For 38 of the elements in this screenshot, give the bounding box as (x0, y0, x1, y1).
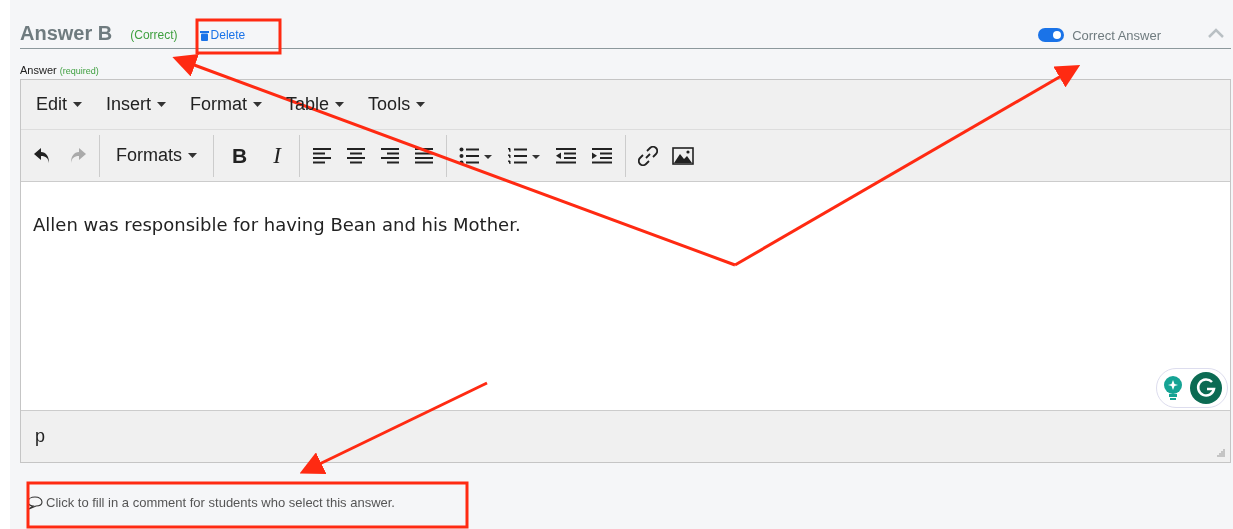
indent-icon[interactable] (590, 147, 613, 164)
grammar-widget[interactable] (1156, 368, 1228, 408)
italic-button[interactable]: I (267, 142, 287, 169)
numbered-list-icon[interactable] (506, 146, 541, 165)
menu-button[interactable]: Insert (97, 90, 176, 119)
g-logo-icon[interactable] (1190, 372, 1222, 404)
correct-toggle[interactable] (1038, 28, 1065, 42)
answer-title: Answer B (20, 21, 113, 45)
link-icon[interactable] (637, 145, 658, 166)
align-right-icon[interactable] (379, 147, 400, 164)
element-path[interactable]: p (35, 426, 45, 447)
speech-bubble-icon (27, 495, 43, 510)
trash-icon (199, 29, 209, 41)
align-center-icon[interactable] (345, 147, 366, 164)
menu-button[interactable]: Tools (359, 90, 435, 119)
image-icon[interactable] (671, 146, 694, 165)
align-left-icon[interactable] (311, 147, 332, 164)
resize-handle-icon[interactable] (1216, 448, 1226, 458)
correct-status: (Correct) (130, 28, 178, 42)
caret-icon (253, 102, 263, 107)
caret-icon (73, 102, 83, 107)
caret-icon (335, 102, 345, 107)
justify-icon[interactable] (413, 147, 434, 164)
bullet-list-icon[interactable] (458, 146, 493, 165)
caret-icon (416, 102, 426, 107)
toggle-label: Correct Answer (1072, 27, 1161, 43)
caret-icon (157, 102, 167, 107)
menu-button[interactable]: Format (181, 90, 272, 119)
bold-button[interactable]: B (226, 143, 254, 168)
field-label: Answer (20, 64, 57, 76)
menu-button[interactable]: Edit (27, 90, 92, 119)
answer-text: Allen was responsible for having Bean and his Mother. (33, 214, 522, 235)
delete-link[interactable]: Delete (199, 28, 246, 42)
formats-dropdown[interactable]: Formats (112, 145, 201, 166)
outdent-icon[interactable] (554, 147, 577, 164)
required-note: (required) (59, 66, 99, 76)
lightbulb-icon[interactable] (1162, 375, 1184, 401)
caret-icon (188, 153, 197, 158)
